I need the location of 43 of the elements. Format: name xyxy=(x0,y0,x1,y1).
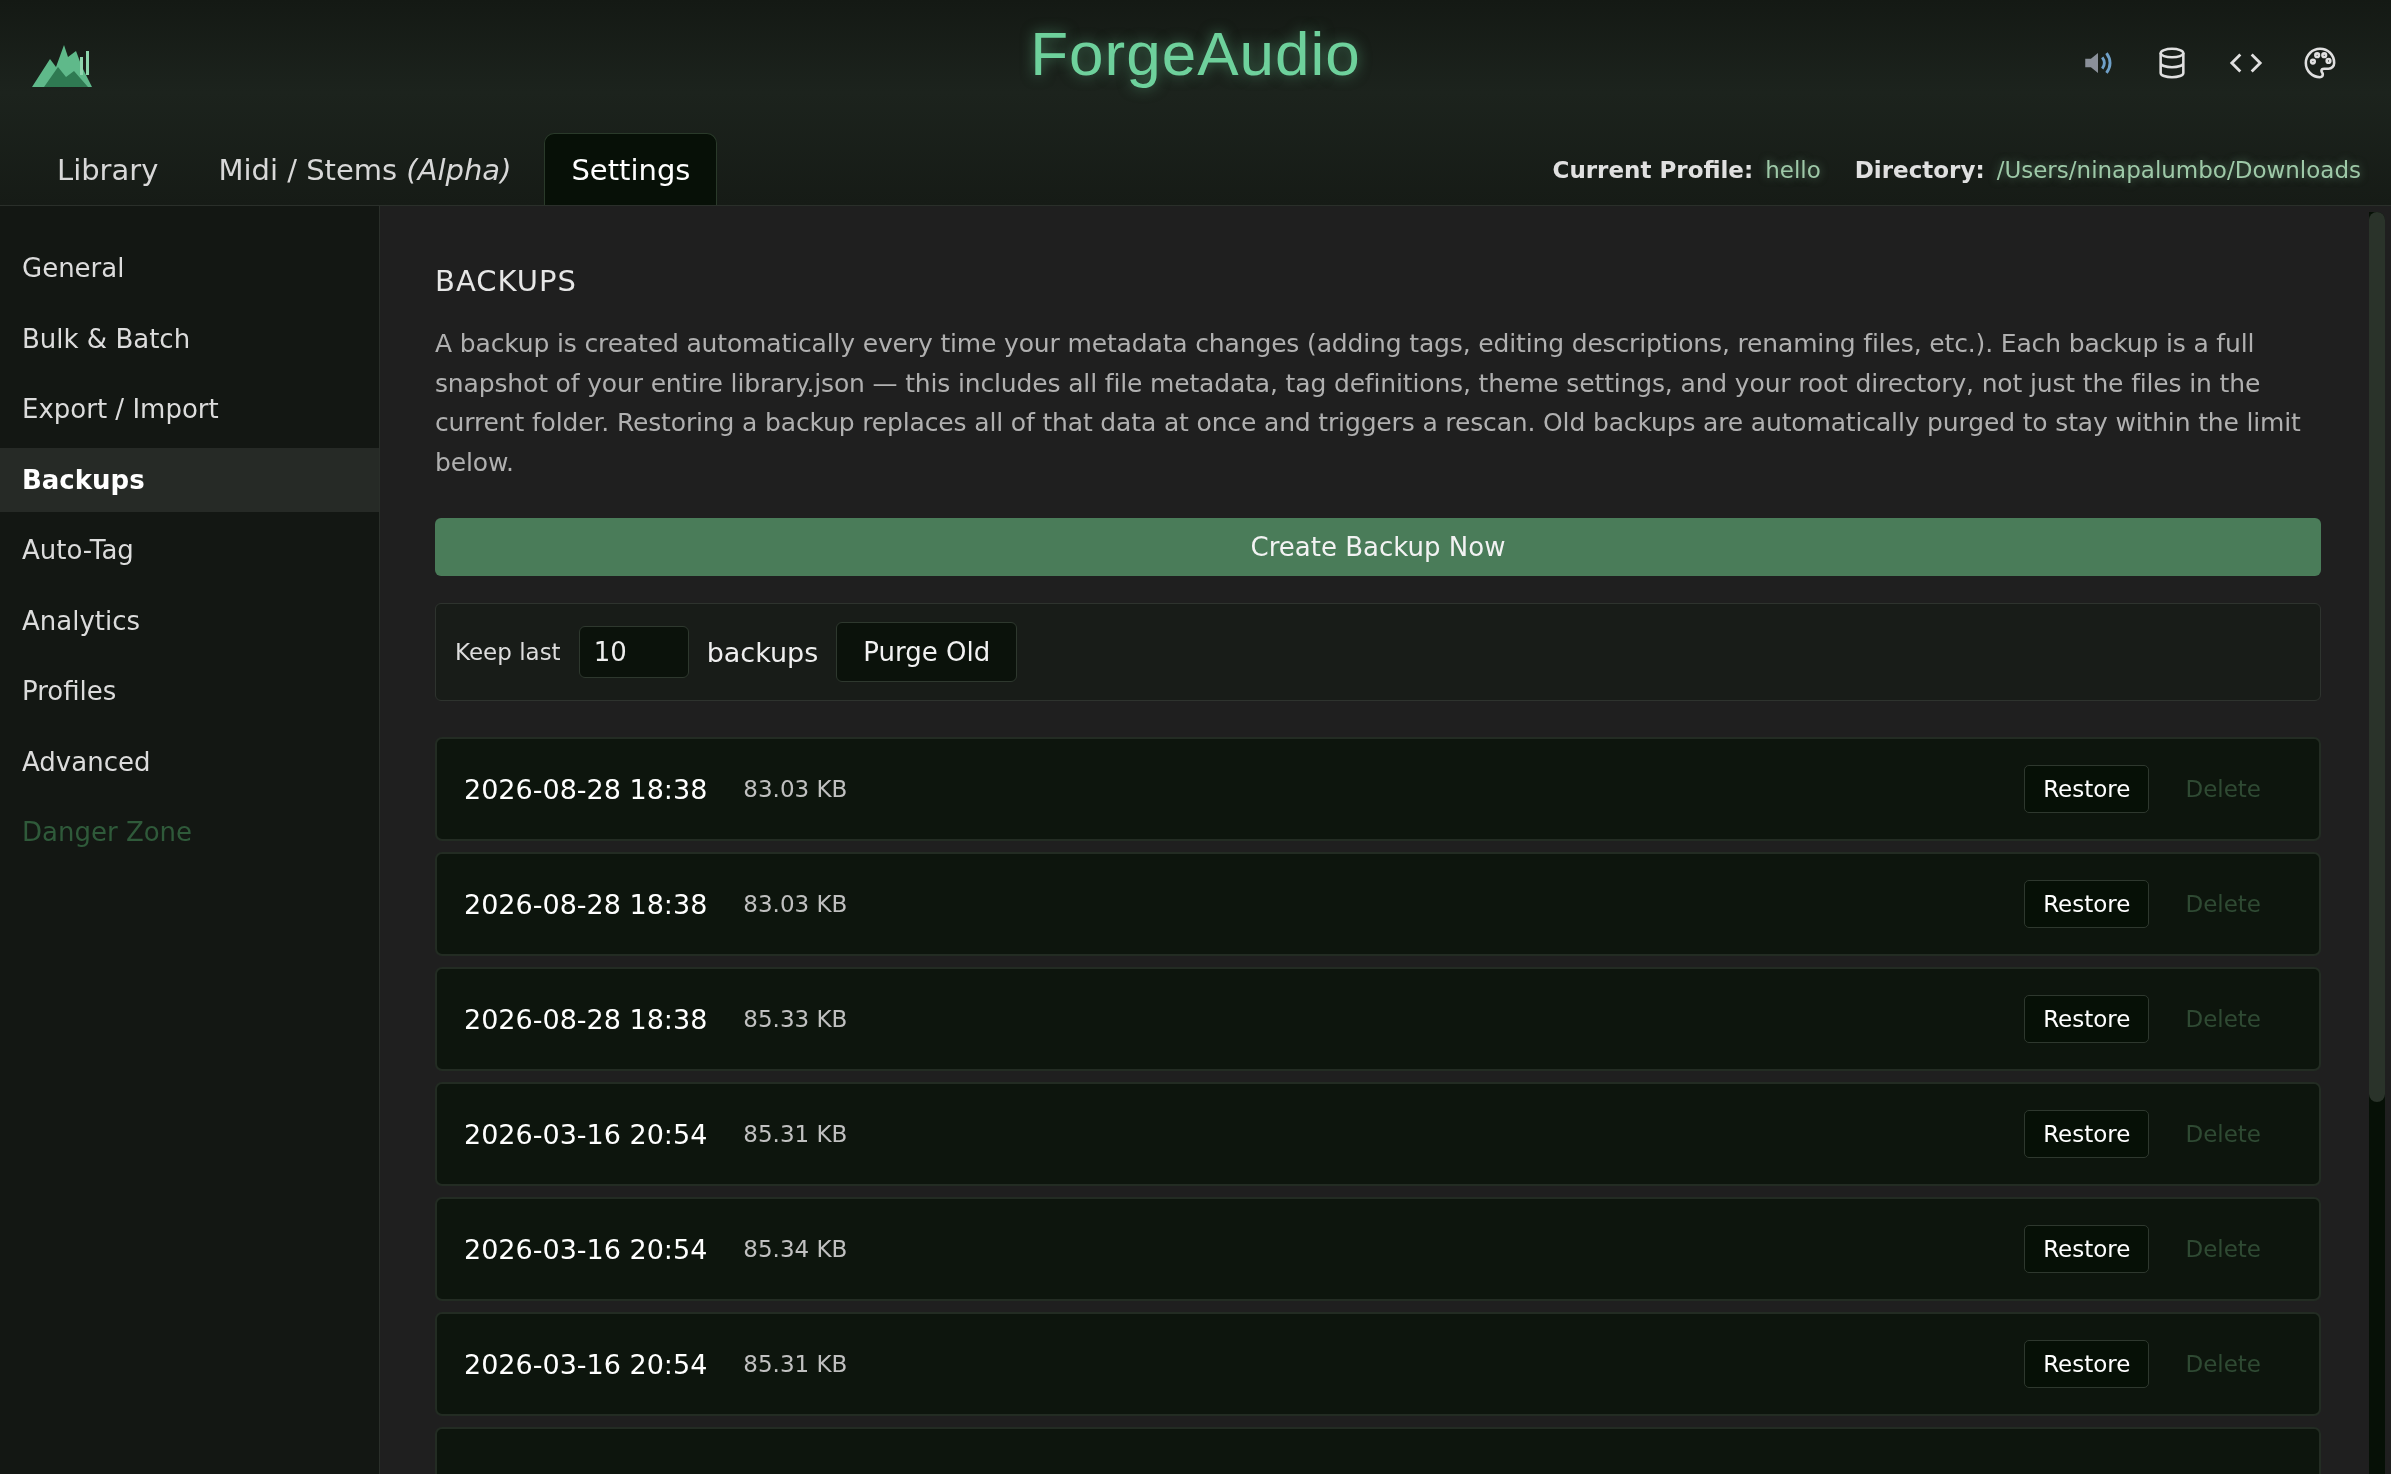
sidebar-item[interactable]: Analytics xyxy=(0,588,379,653)
sidebar-item[interactable]: General xyxy=(0,236,379,300)
backup-size: 85.31 KB xyxy=(743,1351,848,1377)
keep-label: Keep last xyxy=(455,639,561,665)
nav-tab[interactable]: Library xyxy=(30,133,186,205)
scrollbar[interactable] xyxy=(2369,212,2385,1474)
backup-date: 2026-08-28 18:38 xyxy=(464,1003,708,1035)
sidebar-item[interactable]: Bulk & Batch xyxy=(0,306,379,371)
backup-size: 85.34 KB xyxy=(743,1236,848,1262)
restore-button[interactable]: Restore xyxy=(2024,880,2150,928)
backup-size: 83.03 KB xyxy=(743,776,848,802)
sidebar-item[interactable]: Auto-Tag xyxy=(0,518,379,582)
restore-button[interactable]: Restore xyxy=(2024,1110,2150,1158)
create-backup-button[interactable]: Create Backup Now xyxy=(435,518,2321,576)
backup-date: 2026-03-16 20:54 xyxy=(464,1118,708,1150)
count-input[interactable]: 10 xyxy=(578,626,689,678)
section-heading: BACKUPS xyxy=(435,264,578,298)
backup-date: 2026-03-16 20:54 xyxy=(464,1348,708,1380)
backup-size: 83.03 KB xyxy=(743,891,848,917)
profile-value: hello xyxy=(1765,157,1821,183)
restore-button[interactable]: Restore xyxy=(2024,1225,2150,1273)
restore-button[interactable]: Restore xyxy=(2024,765,2150,813)
purge-button[interactable]: Purge Old xyxy=(836,622,1018,682)
profile-label: Current Profile: xyxy=(1552,157,1754,183)
backups-label: backups xyxy=(706,636,819,668)
backup-date: 2026-08-28 18:38 xyxy=(464,773,708,805)
nav-tab[interactable]: Settings xyxy=(544,133,718,205)
sidebar-item[interactable]: Backups xyxy=(0,447,379,512)
restore-button[interactable]: Restore xyxy=(2024,1340,2150,1388)
backup-date: 2026-03-16 20:54 xyxy=(464,1233,708,1265)
directory-label: Directory: xyxy=(1854,157,1985,183)
sidebar-item[interactable]: Profiles xyxy=(0,659,379,723)
nav-tab[interactable]: Midi / Stems (Alpha) xyxy=(191,133,539,205)
backup-date: 2026-08-28 18:38 xyxy=(464,888,708,920)
directory-path: /Users/ninapalumbo/Downloads xyxy=(1996,157,2361,183)
sidebar-item[interactable]: Export / Import xyxy=(0,377,379,441)
description-text: A backup is created automatically every time your metadata changes (adding tags, editing descriptions, renaming files, etc.). Each backup is a full snapshot of your entire library.json — this includes all file metadata, tag definitions, theme settings, and your root directory, not just the files in the current folder. Restoring a backup replaces all of that data at once and triggers a rescan. Old backups are automatically purged to stay within the limit below. xyxy=(435,328,2302,479)
app-title: ForgeAudio xyxy=(1030,18,1361,89)
restore-button[interactable]: Restore xyxy=(2024,995,2150,1043)
backup-size: 85.33 KB xyxy=(743,1006,848,1032)
sidebar-item[interactable]: Advanced xyxy=(0,729,379,794)
backup-size: 85.31 KB xyxy=(743,1121,848,1147)
palette-icon[interactable] xyxy=(2303,45,2337,80)
